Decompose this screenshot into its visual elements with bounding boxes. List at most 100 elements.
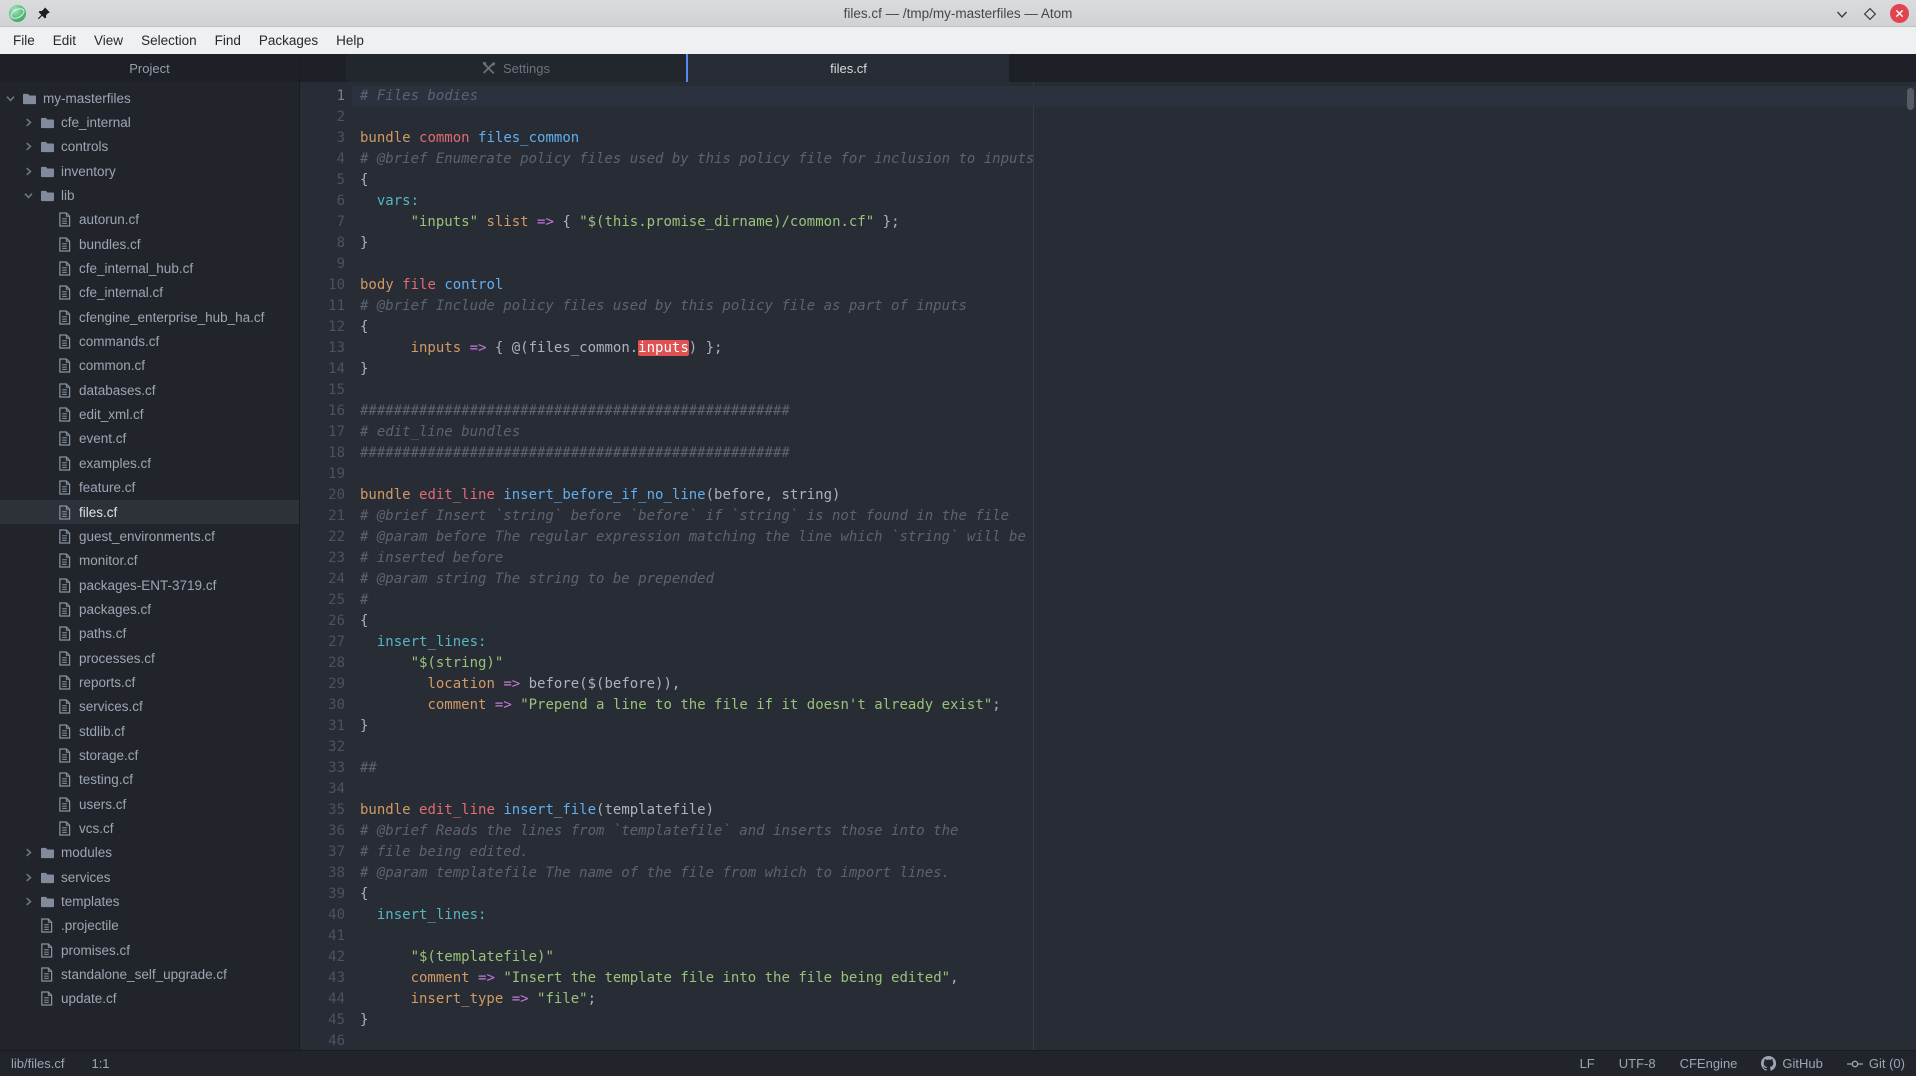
line-number[interactable]: 33 [300, 758, 352, 779]
line-number[interactable]: 34 [300, 779, 352, 800]
code-line-45[interactable]: 45} [300, 1010, 1916, 1031]
line-number[interactable]: 38 [300, 863, 352, 884]
chevron-down-icon[interactable] [5, 93, 22, 104]
menu-item-selection[interactable]: Selection [132, 33, 206, 48]
tree-item-processes-cf[interactable]: processes.cf [0, 646, 299, 670]
code-line-37[interactable]: 37# file being edited. [300, 842, 1916, 863]
code-line-22[interactable]: 22# @param before The regular expression… [300, 527, 1916, 548]
line-number[interactable]: 6 [300, 191, 352, 212]
code-line-9[interactable]: 9 [300, 254, 1916, 275]
line-number[interactable]: 1 [300, 86, 352, 107]
tree-item-bundles-cf[interactable]: bundles.cf [0, 232, 299, 256]
status-github[interactable]: GitHub [1761, 1056, 1822, 1071]
menu-item-find[interactable]: Find [206, 33, 250, 48]
code-line-36[interactable]: 36# @brief Reads the lines from `templat… [300, 821, 1916, 842]
code-line-25[interactable]: 25# [300, 590, 1916, 611]
close-button[interactable] [1890, 4, 1909, 23]
tree-item-files-cf[interactable]: files.cf [0, 500, 299, 524]
menu-item-view[interactable]: View [85, 33, 132, 48]
tree-item-controls[interactable]: controls [0, 135, 299, 159]
line-number[interactable]: 4 [300, 149, 352, 170]
tree-item-my-masterfiles[interactable]: my-masterfiles [0, 86, 299, 110]
line-number[interactable]: 16 [300, 401, 352, 422]
line-number[interactable]: 15 [300, 380, 352, 401]
tree-item-templates[interactable]: templates [0, 889, 299, 913]
status-git[interactable]: Git (0) [1847, 1056, 1905, 1071]
editor[interactable]: 1# Files bodies23bundle common files_com… [300, 82, 1916, 1050]
line-number[interactable]: 35 [300, 800, 352, 821]
line-number[interactable]: 36 [300, 821, 352, 842]
status-encoding[interactable]: UTF-8 [1619, 1056, 1656, 1071]
tree-item-lib[interactable]: lib [0, 183, 299, 207]
tree-item-paths-cf[interactable]: paths.cf [0, 622, 299, 646]
menu-item-edit[interactable]: Edit [44, 33, 85, 48]
maximize-button[interactable] [1862, 6, 1878, 22]
tree-item-monitor-cf[interactable]: monitor.cf [0, 549, 299, 573]
code-line-16[interactable]: 16######################################… [300, 401, 1916, 422]
code-line-4[interactable]: 4# @brief Enumerate policy files used by… [300, 149, 1916, 170]
tree-item-vcs-cf[interactable]: vcs.cf [0, 816, 299, 840]
chevron-right-icon[interactable] [23, 141, 40, 152]
code-line-42[interactable]: 42 "$(templatefile)" [300, 947, 1916, 968]
code-line-29[interactable]: 29 location => before($(before)), [300, 674, 1916, 695]
editor-scrollbar[interactable] [1907, 88, 1914, 110]
line-number[interactable]: 22 [300, 527, 352, 548]
line-number[interactable]: 29 [300, 674, 352, 695]
chevron-right-icon[interactable] [23, 872, 40, 883]
line-number[interactable]: 45 [300, 1010, 352, 1031]
menu-item-help[interactable]: Help [327, 33, 373, 48]
code-line-3[interactable]: 3bundle common files_common [300, 128, 1916, 149]
tree-item-packages-ent-3719-cf[interactable]: packages-ENT-3719.cf [0, 573, 299, 597]
code-line-19[interactable]: 19 [300, 464, 1916, 485]
tree-item-users-cf[interactable]: users.cf [0, 792, 299, 816]
code-line-39[interactable]: 39{ [300, 884, 1916, 905]
code-line-21[interactable]: 21# @brief Insert `string` before `befor… [300, 506, 1916, 527]
line-number[interactable]: 20 [300, 485, 352, 506]
code-line-24[interactable]: 24# @param string The string to be prepe… [300, 569, 1916, 590]
tree-item-promises-cf[interactable]: promises.cf [0, 938, 299, 962]
line-number[interactable]: 30 [300, 695, 352, 716]
tree-item-packages-cf[interactable]: packages.cf [0, 597, 299, 621]
line-number[interactable]: 8 [300, 233, 352, 254]
tree-item-modules[interactable]: modules [0, 841, 299, 865]
line-number[interactable]: 11 [300, 296, 352, 317]
tree-item-event-cf[interactable]: event.cf [0, 427, 299, 451]
line-number[interactable]: 14 [300, 359, 352, 380]
code-line-32[interactable]: 32 [300, 737, 1916, 758]
tree-item-feature-cf[interactable]: feature.cf [0, 476, 299, 500]
tree-item-standalone-self-upgrade-cf[interactable]: standalone_self_upgrade.cf [0, 962, 299, 986]
status-file-path[interactable]: lib/files.cf [11, 1056, 64, 1071]
line-number[interactable]: 13 [300, 338, 352, 359]
line-number[interactable]: 41 [300, 926, 352, 947]
chevron-right-icon[interactable] [23, 847, 40, 858]
tree-item-guest-environments-cf[interactable]: guest_environments.cf [0, 524, 299, 548]
code-line-1[interactable]: 1# Files bodies [300, 86, 1916, 107]
line-number[interactable]: 17 [300, 422, 352, 443]
code-line-30[interactable]: 30 comment => "Prepend a line to the fil… [300, 695, 1916, 716]
line-number[interactable]: 27 [300, 632, 352, 653]
code-line-6[interactable]: 6 vars: [300, 191, 1916, 212]
line-number[interactable]: 19 [300, 464, 352, 485]
line-number[interactable]: 40 [300, 905, 352, 926]
line-number[interactable]: 31 [300, 716, 352, 737]
code-line-34[interactable]: 34 [300, 779, 1916, 800]
line-number[interactable]: 28 [300, 653, 352, 674]
code-line-12[interactable]: 12{ [300, 317, 1916, 338]
code-line-20[interactable]: 20bundle edit_line insert_before_if_no_l… [300, 485, 1916, 506]
line-number[interactable]: 18 [300, 443, 352, 464]
code-line-17[interactable]: 17# edit_line bundles [300, 422, 1916, 443]
code-line-5[interactable]: 5{ [300, 170, 1916, 191]
chevron-right-icon[interactable] [23, 166, 40, 177]
line-number[interactable]: 26 [300, 611, 352, 632]
line-number[interactable]: 12 [300, 317, 352, 338]
line-number[interactable]: 2 [300, 107, 352, 128]
code-area[interactable]: 1# Files bodies23bundle common files_com… [300, 86, 1916, 1050]
status-line-ending[interactable]: LF [1580, 1056, 1595, 1071]
code-line-7[interactable]: 7 "inputs" slist => { "$(this.promise_di… [300, 212, 1916, 233]
line-number[interactable]: 23 [300, 548, 352, 569]
code-line-28[interactable]: 28 "$(string)" [300, 653, 1916, 674]
tree-item-commands-cf[interactable]: commands.cf [0, 329, 299, 353]
code-line-46[interactable]: 46 [300, 1031, 1916, 1050]
line-number[interactable]: 10 [300, 275, 352, 296]
tree-item-cfe-internal-hub-cf[interactable]: cfe_internal_hub.cf [0, 256, 299, 280]
